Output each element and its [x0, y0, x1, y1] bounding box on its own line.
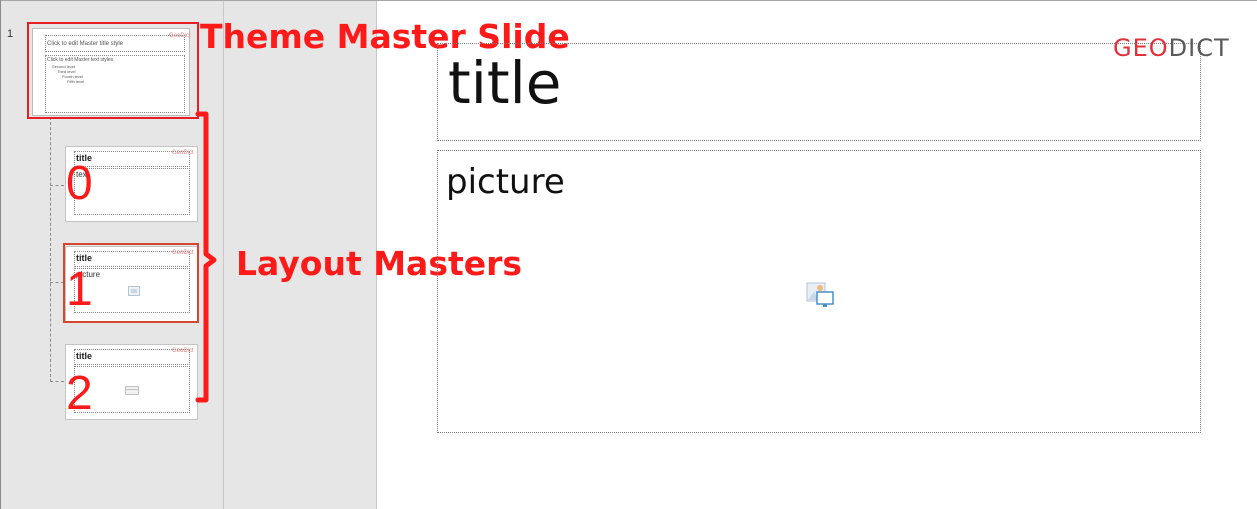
- master-highlight-box: [27, 22, 199, 119]
- layout-tree-line: [50, 117, 51, 382]
- picture-placeholder-text: picture: [446, 162, 565, 202]
- layout-number-0: 0: [66, 157, 93, 210]
- slide-number: 1: [7, 28, 14, 40]
- tree-branch: [50, 185, 64, 186]
- table-icon: [125, 386, 139, 395]
- tree-branch: [50, 381, 64, 382]
- tree-branch: [50, 282, 64, 283]
- layout-number-2: 2: [66, 367, 93, 420]
- layout-number-1: 1: [66, 263, 93, 316]
- layout-2-title: title: [76, 351, 93, 361]
- insert-picture-icon[interactable]: [806, 279, 836, 309]
- title-placeholder-text: title: [448, 49, 562, 117]
- logo-geo-text: GEO: [1113, 34, 1169, 62]
- layout-masters-brace: [195, 111, 217, 403]
- title-placeholder[interactable]: title: [437, 43, 1201, 141]
- logo-dict-text: DICT: [1168, 34, 1230, 62]
- geodict-logo: GEODICT: [1113, 36, 1230, 60]
